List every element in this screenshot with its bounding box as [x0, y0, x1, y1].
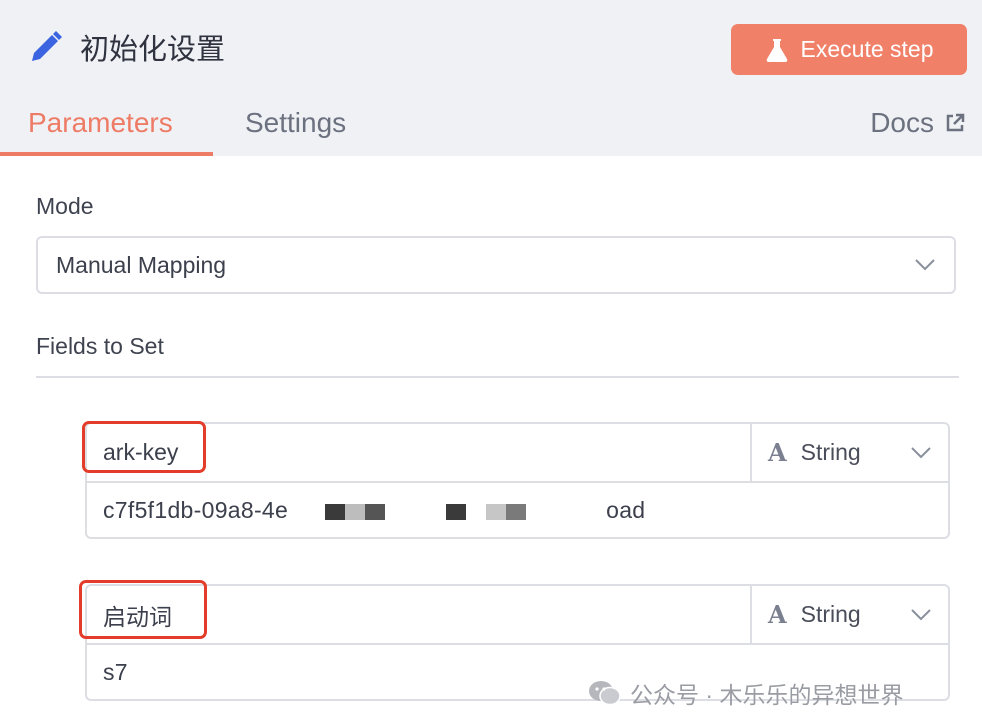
mode-label: Mode	[36, 193, 94, 219]
pencil-icon[interactable]	[26, 27, 66, 67]
execute-step-button[interactable]: Execute step	[731, 24, 967, 75]
field-type-select[interactable]: A String	[750, 424, 948, 481]
execute-step-label: Execute step	[800, 36, 934, 62]
type-a-icon: A	[768, 438, 787, 467]
field-type-label: String	[800, 601, 861, 627]
field-row: ark-key A String c7f5f1db-09a8-4e oad	[85, 422, 950, 539]
field-value-tail: oad	[606, 496, 646, 523]
tab-parameters[interactable]: Parameters	[28, 107, 173, 139]
fields-to-set-label: Fields to Set	[36, 333, 164, 359]
watermark: 公众号 · 木乐乐的异想世界	[588, 676, 903, 710]
docs-label: Docs	[870, 107, 934, 138]
field-value-text: c7f5f1db-09a8-4e	[103, 496, 289, 523]
external-link-icon	[946, 113, 965, 132]
field-type-select[interactable]: A String	[750, 586, 948, 643]
chevron-down-icon	[915, 259, 935, 271]
field-value-text: s7	[103, 658, 128, 685]
flask-icon	[766, 38, 787, 62]
mode-select[interactable]: Manual Mapping	[36, 236, 956, 294]
field-name-input[interactable]: 启动词	[87, 586, 753, 643]
docs-link[interactable]: Docs	[870, 107, 966, 139]
wechat-icon	[589, 681, 621, 706]
node-title[interactable]: 初始化设置	[80, 26, 225, 68]
active-tab-indicator	[0, 152, 213, 156]
watermark-text: 公众号 · 木乐乐的异想世界	[630, 682, 904, 708]
redaction-block	[506, 504, 526, 520]
chevron-down-icon	[911, 608, 931, 620]
tab-settings[interactable]: Settings	[245, 107, 346, 139]
section-divider	[36, 376, 959, 378]
redaction-block	[325, 504, 345, 520]
mode-value: Manual Mapping	[56, 251, 227, 278]
chevron-down-icon	[911, 446, 931, 458]
node-header: 初始化设置 Execute step Parameters Settings D…	[0, 0, 982, 156]
redaction-block	[486, 504, 506, 520]
type-a-icon: A	[768, 600, 787, 629]
redaction-block	[446, 504, 466, 520]
field-name-input[interactable]: ark-key	[87, 424, 753, 481]
redaction-block	[345, 504, 365, 520]
redaction-block	[365, 504, 385, 520]
field-type-label: String	[800, 439, 861, 465]
title-wrap: 初始化设置	[26, 26, 225, 68]
